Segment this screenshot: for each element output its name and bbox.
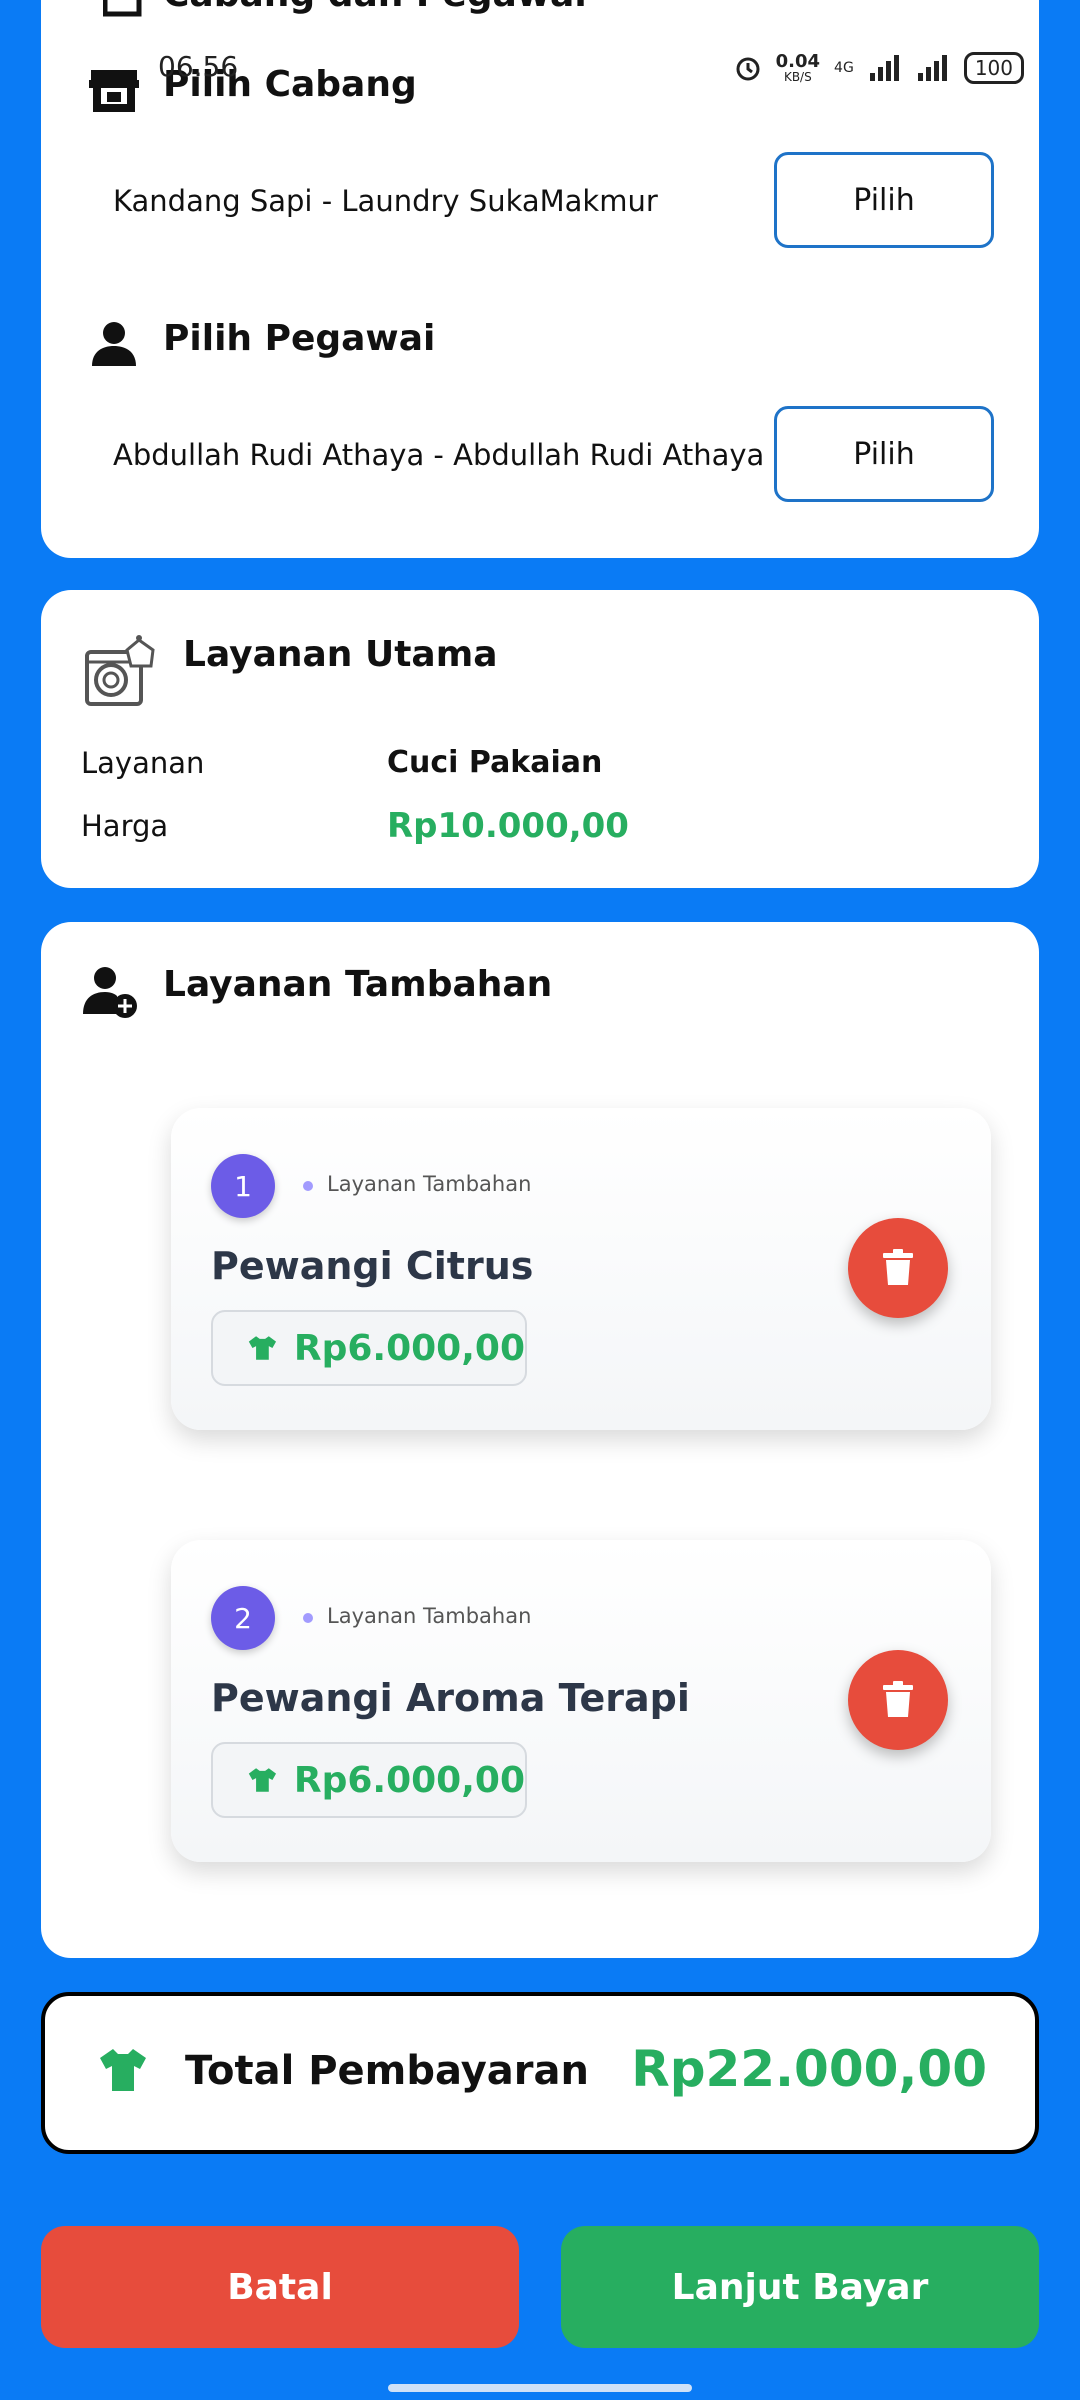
price-label: Harga bbox=[81, 809, 169, 843]
continue-pay-button[interactable]: Lanjut Bayar bbox=[561, 2226, 1039, 2348]
trash-icon bbox=[883, 1681, 913, 1717]
tshirt-icon bbox=[248, 1336, 277, 1360]
addon-item-1: 1 Layanan Tambahan Pewangi Citrus Rp6.00… bbox=[171, 1108, 991, 1430]
employee-title: Pilih Pegawai bbox=[163, 318, 436, 359]
addon-number-badge: 1 bbox=[211, 1154, 275, 1218]
total-payment-card: Total Pembayaran Rp22.000,00 bbox=[41, 1992, 1039, 2154]
status-bar: 06.56 0.04 KB/S 4G 100 bbox=[0, 0, 1080, 120]
total-label: Total Pembayaran bbox=[185, 2048, 589, 2094]
service-label: Layanan bbox=[81, 746, 205, 780]
home-indicator[interactable] bbox=[388, 2384, 692, 2392]
signal-icon bbox=[869, 55, 899, 81]
battery-indicator: 100 bbox=[963, 52, 1024, 84]
bullet-dot bbox=[303, 1181, 313, 1191]
addon-price-chip: Rp6.000,00 bbox=[211, 1310, 527, 1386]
network-type: 4G bbox=[834, 60, 854, 76]
alarm-icon bbox=[736, 57, 760, 81]
addon-price-chip: Rp6.000,00 bbox=[211, 1742, 527, 1818]
employee-value: Abdullah Rudi Athaya - Abdullah Rudi Ath… bbox=[113, 438, 765, 472]
trash-icon bbox=[883, 1249, 913, 1285]
tshirt-icon bbox=[100, 2049, 146, 2091]
cancel-button[interactable]: Batal bbox=[41, 2226, 519, 2348]
branch-value: Kandang Sapi - Laundry SukaMakmur bbox=[113, 184, 658, 218]
addon-number-badge: 2 bbox=[211, 1586, 275, 1650]
service-value: Cuci Pakaian bbox=[387, 745, 603, 780]
select-branch-button[interactable]: Pilih bbox=[774, 152, 994, 248]
main-service-card: Layanan Utama Layanan Cuci Pakaian Harga… bbox=[41, 590, 1039, 888]
addon-tag: Layanan Tambahan bbox=[327, 1604, 532, 1628]
person-add-icon bbox=[83, 967, 137, 1018]
addon-tag: Layanan Tambahan bbox=[327, 1172, 532, 1196]
extra-services-card: Layanan Tambahan 1 Layanan Tambahan Pewa… bbox=[41, 922, 1039, 1958]
tshirt-icon bbox=[248, 1768, 277, 1792]
addon-price: Rp6.000,00 bbox=[293, 1759, 525, 1801]
delete-addon-button[interactable] bbox=[848, 1650, 948, 1750]
delete-addon-button[interactable] bbox=[848, 1218, 948, 1318]
person-icon bbox=[92, 322, 136, 366]
select-employee-button[interactable]: Pilih bbox=[774, 406, 994, 502]
bullet-dot bbox=[303, 1613, 313, 1623]
signal-icon-2 bbox=[917, 55, 947, 81]
price-value: Rp10.000,00 bbox=[387, 806, 629, 846]
status-icons: 0.04 KB/S 4G 100 bbox=[734, 52, 1024, 84]
addon-item-2: 2 Layanan Tambahan Pewangi Aroma Terapi … bbox=[171, 1540, 991, 1862]
addon-name: Pewangi Aroma Terapi bbox=[211, 1676, 690, 1720]
extra-services-title: Layanan Tambahan bbox=[163, 964, 553, 1005]
total-value: Rp22.000,00 bbox=[631, 2040, 987, 2098]
laundry-machine-icon bbox=[85, 635, 155, 706]
addon-name: Pewangi Citrus bbox=[211, 1244, 534, 1288]
status-time: 06.56 bbox=[158, 50, 239, 83]
main-service-title: Layanan Utama bbox=[183, 634, 498, 675]
addon-price: Rp6.000,00 bbox=[293, 1327, 525, 1369]
net-speed: 0.04 KB/S bbox=[775, 51, 821, 84]
